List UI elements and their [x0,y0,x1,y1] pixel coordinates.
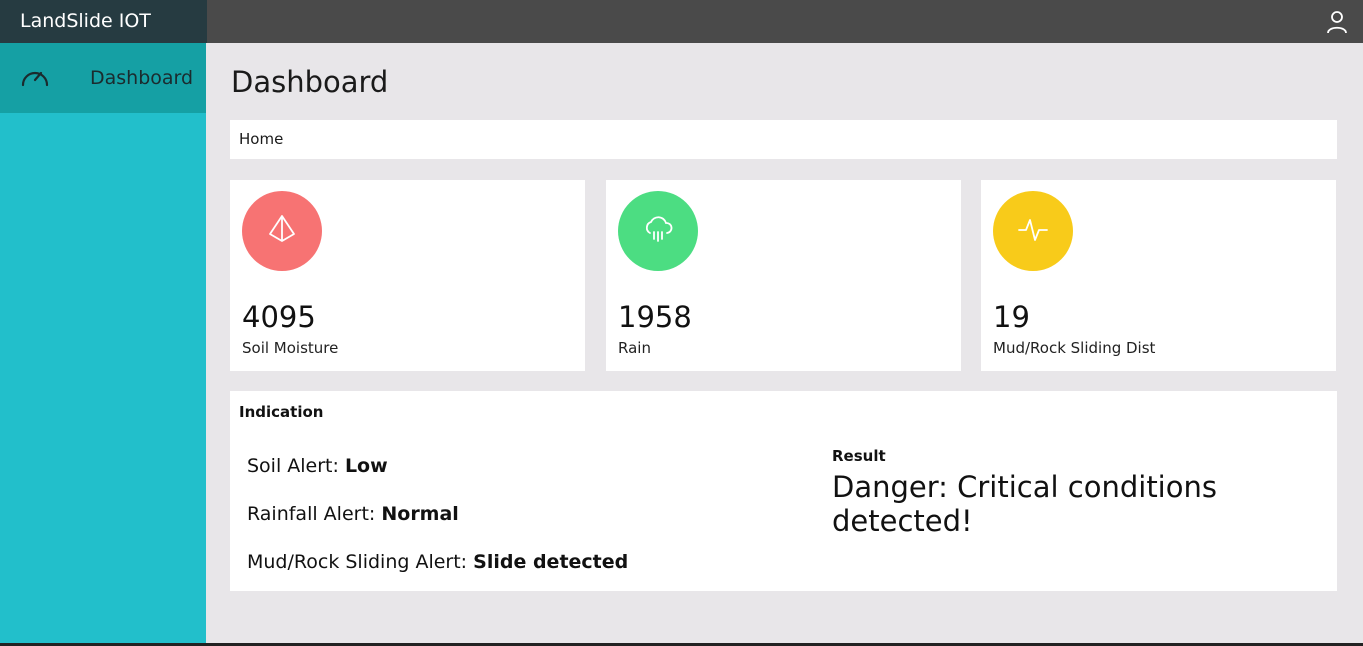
user-icon[interactable] [1325,10,1349,34]
mud-rock-sliding-value: 19 [993,300,1030,334]
mud-rock-alert-label: Mud/Rock Sliding Alert: [247,551,474,573]
soil-alert-label: Soil Alert: [247,455,345,477]
soil-moisture-icon-circle [242,191,322,271]
breadcrumb-home-link[interactable]: Home [239,130,283,148]
soil-alert: Soil Alert: Low [247,455,388,477]
app-root: LandSlide IOT Dashboard Dashboard Home 4… [0,0,1363,646]
rain-label: Rain [618,339,651,357]
soil-alert-value: Low [344,455,388,477]
speedometer-icon [20,63,50,93]
mud-rock-alert: Mud/Rock Sliding Alert: Slide detected [247,551,628,573]
mud-rock-sliding-label: Mud/Rock Sliding Dist [993,339,1156,357]
pulse-icon [1017,213,1049,249]
soil-moisture-label: Soil Moisture [242,339,339,357]
rain-icon-circle [618,191,698,271]
app-title[interactable]: LandSlide IOT [0,0,207,43]
rainfall-alert-value: Normal [381,503,459,525]
soil-moisture-card: 4095 Soil Moisture [230,180,585,371]
rain-value: 1958 [618,300,692,334]
soil-moisture-value: 4095 [242,300,316,334]
indication-title: Indication [239,403,324,421]
sidebar-item-label: Dashboard [90,67,194,89]
diamond-icon [267,214,297,248]
indication-panel: Indication Soil Alert: Low Rainfall Aler… [230,391,1337,591]
rainfall-alert: Rainfall Alert: Normal [247,503,459,525]
page-title: Dashboard [231,65,389,99]
breadcrumb: Home [230,120,1337,159]
rain-card: 1958 Rain [606,180,961,371]
top-bar [207,0,1363,43]
result-text: Danger: Critical conditions detected! [832,470,1217,538]
sidebar-item-dashboard[interactable]: Dashboard [0,43,206,113]
sidebar: Dashboard [0,43,206,646]
result-title: Result [832,447,886,465]
mud-rock-sliding-card: 19 Mud/Rock Sliding Dist [981,180,1336,371]
mud-rock-alert-value: Slide detected [473,551,629,573]
rainfall-alert-label: Rainfall Alert: [247,503,382,525]
rain-cloud-icon [642,213,674,249]
mud-rock-icon-circle [993,191,1073,271]
